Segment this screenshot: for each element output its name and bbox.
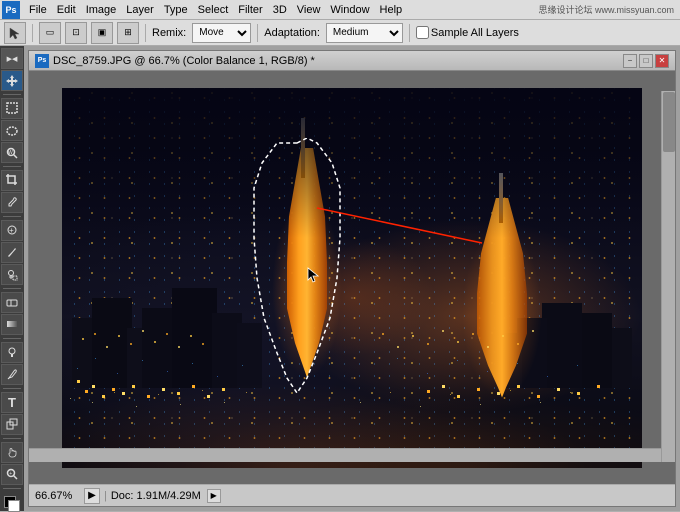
vertical-scrollbar[interactable] [661,91,675,462]
divider-4 [409,24,410,42]
zoom-level: 66.67% [35,490,80,502]
ps-logo: Ps [2,1,20,19]
remix-label: Remix: [152,27,186,39]
status-bar: 66.67% ▶ | Doc: 1.91M/4.29M ▶ [29,484,675,506]
tool-marquee-rect[interactable] [1,98,23,119]
divider-2 [145,24,146,42]
adaptation-select[interactable]: Very Strict Strict Medium Loose Very Loo… [326,23,403,43]
right-tower [462,198,542,398]
menu-window[interactable]: Window [325,0,374,20]
status-arrow-button[interactable]: ▶ [207,489,221,503]
toolbar-expand[interactable]: ▶◀ [1,48,23,69]
tool-quick-select[interactable]: W [1,142,23,163]
watermark: 思缘设计论坛 www.missyuan.com [538,3,678,16]
tool-separator-2 [3,166,21,167]
tool-eyedropper[interactable] [1,192,23,213]
document-titlebar: Ps DSC_8759.JPG @ 66.7% (Color Balance 1… [29,51,675,71]
content-area: Ps DSC_8759.JPG @ 66.7% (Color Balance 1… [24,46,680,511]
tool-separator-1 [3,94,21,95]
maximize-button[interactable]: □ [639,54,653,68]
tool-brush[interactable] [1,242,23,263]
tool-separator-7 [3,438,21,439]
menu-view[interactable]: View [292,0,326,20]
doc-ps-logo: Ps [35,54,49,68]
tool-dodge[interactable] [1,342,23,363]
tool-shape[interactable] [1,414,23,435]
buildings-silhouette [62,268,642,388]
image-canvas[interactable] [62,88,642,468]
tool-separator-5 [3,338,21,339]
background-color[interactable] [8,500,20,512]
options-bar: ▭ ⊡ ▣ ⊞ Remix: Move Lighten Darken Adapt… [0,20,680,46]
shape-round-icon[interactable]: ▣ [91,22,113,44]
menu-filter[interactable]: Filter [233,0,267,20]
menu-select[interactable]: Select [193,0,234,20]
svg-text:+: + [9,471,12,477]
svg-text:+: + [9,226,14,235]
minimize-button[interactable]: − [623,54,637,68]
menu-file[interactable]: File [24,0,52,20]
divider-3 [257,24,258,42]
tool-zoom[interactable]: + [1,464,23,485]
tool-healing-brush[interactable]: + [1,220,23,241]
menu-type[interactable]: Type [159,0,193,20]
sample-all-layers-label[interactable]: Sample All Layers [416,26,519,39]
window-controls: − □ ✕ [623,54,669,68]
tool-gradient[interactable] [1,314,23,335]
document-window: Ps DSC_8759.JPG @ 66.7% (Color Balance 1… [28,50,676,507]
tool-crop[interactable] [1,170,23,191]
status-divider: | [104,490,107,502]
shape-rect-icon[interactable]: ▭ [39,22,61,44]
tool-separator-6 [3,388,21,389]
menu-3d[interactable]: 3D [268,0,292,20]
doc-info: Doc: 1.91M/4.29M [111,490,201,502]
color-swatches[interactable] [2,494,22,511]
shape-corner-icon[interactable]: ⊡ [65,22,87,44]
remix-select[interactable]: Move Lighten Darken [192,23,251,43]
menu-image[interactable]: Image [81,0,122,20]
canvas-area[interactable] [29,71,675,484]
zoom-button[interactable]: ▶ [84,488,100,504]
tool-text[interactable]: T [1,392,23,413]
workspace: ▶◀ W + [0,46,680,511]
divider-1 [32,24,33,42]
horizontal-scrollbar[interactable] [29,448,661,462]
tool-lasso[interactable] [1,120,23,141]
main-tower [267,148,347,378]
left-toolbar: ▶◀ W + [0,46,24,511]
menu-layer[interactable]: Layer [121,0,159,20]
tool-separator-3 [3,216,21,217]
menu-help[interactable]: Help [375,0,408,20]
tool-eraser[interactable] [1,292,23,313]
tool-separator-4 [3,288,21,289]
tool-separator-8 [3,488,21,489]
tool-clone-stamp[interactable] [1,264,23,285]
close-button[interactable]: ✕ [655,54,669,68]
svg-text:W: W [8,150,13,156]
shape-extra-icon[interactable]: ⊞ [117,22,139,44]
document-title: DSC_8759.JPG @ 66.7% (Color Balance 1, R… [53,55,619,67]
tool-pen[interactable] [1,364,23,385]
tool-move[interactable] [1,70,23,91]
v-scroll-thumb[interactable] [663,92,675,152]
sample-all-layers-checkbox[interactable] [416,26,429,39]
menubar: Ps File Edit Image Layer Type Select Fil… [0,0,680,20]
active-tool-icon [4,22,26,44]
tool-hand[interactable] [1,442,23,463]
adaptation-label: Adaptation: [264,27,320,39]
menu-edit[interactable]: Edit [52,0,81,20]
